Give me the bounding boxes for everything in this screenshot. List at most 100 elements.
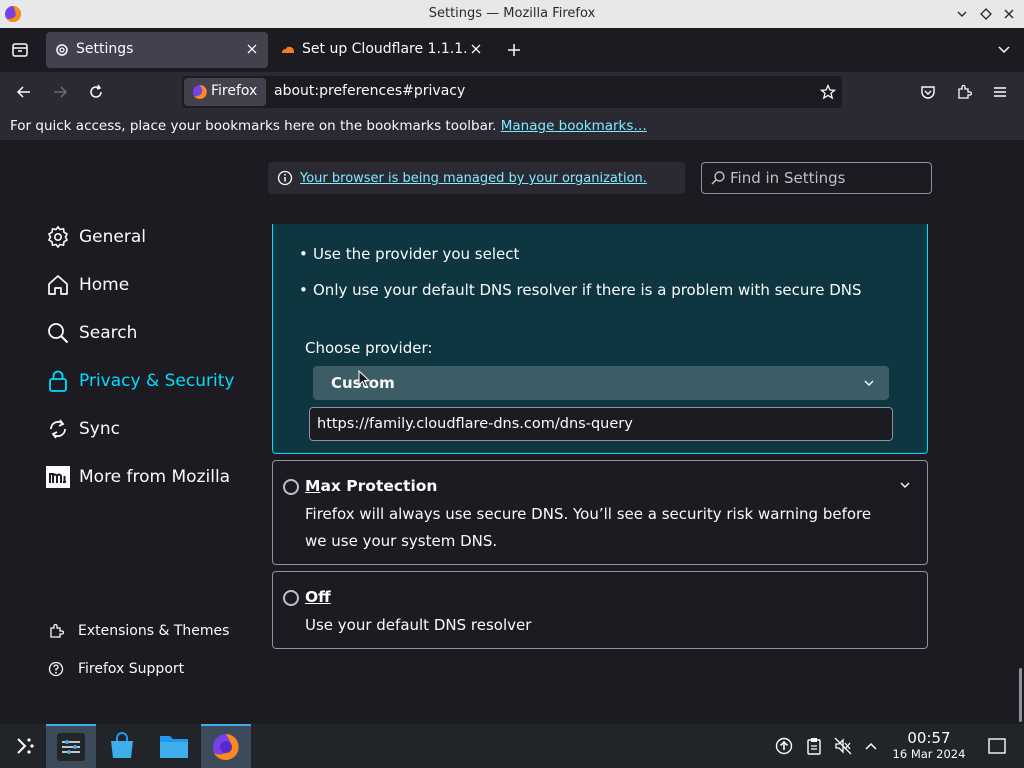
close-icon <box>471 44 481 54</box>
cloudflare-icon <box>282 46 294 53</box>
digital-clock[interactable]: 00:57 16 Mar 2024 <box>888 730 970 762</box>
off-title: Off <box>305 588 331 606</box>
firefox-logo-icon <box>213 734 239 760</box>
pocket-icon <box>921 86 935 99</box>
update-tray-icon[interactable] <box>775 737 793 755</box>
forward-button[interactable] <box>48 80 72 104</box>
store-bag-icon <box>111 732 133 758</box>
info-icon <box>277 170 293 186</box>
footer-link-label: Firefox Support <box>78 661 185 677</box>
update-icon <box>775 737 793 755</box>
taskbar-system-settings[interactable] <box>46 724 96 768</box>
chevron-up-icon <box>865 742 877 750</box>
tab-close-button[interactable] <box>244 41 260 57</box>
volume-muted-icon <box>834 737 852 755</box>
launcher-icon <box>17 738 34 754</box>
tab-settings[interactable]: Settings <box>46 32 268 68</box>
taskbar-firefox[interactable] <box>201 724 251 768</box>
max-protection-title-text: ax Protection <box>320 477 438 495</box>
help-icon <box>48 661 64 677</box>
manage-bookmarks-link[interactable]: Manage bookmarks… <box>501 118 647 134</box>
sidebar-item-more-from-mozilla[interactable]: More from Mozilla <box>46 462 230 492</box>
list-all-tabs-button[interactable] <box>992 38 1016 62</box>
sidebar-item-label: General <box>79 227 146 247</box>
clock-date: 16 Mar 2024 <box>892 747 966 761</box>
extensions-button[interactable] <box>952 80 976 104</box>
custom-dns-url-value: https://family.cloudflare-dns.com/dns-qu… <box>317 416 633 432</box>
arrow-right-icon <box>54 86 68 98</box>
custom-dns-url-input[interactable]: https://family.cloudflare-dns.com/dns-qu… <box>309 407 893 441</box>
extensions-themes-link[interactable]: Extensions & Themes <box>48 621 229 641</box>
find-in-settings-input[interactable]: Find in Settings <box>701 162 932 194</box>
firefox-view-icon <box>12 43 28 57</box>
clock-time: 00:57 <box>907 729 951 747</box>
tab-label: Settings <box>76 41 134 57</box>
show-hidden-tray-button[interactable] <box>862 737 880 755</box>
firefox-support-link[interactable]: Firefox Support <box>48 659 184 679</box>
firefox-view-button[interactable] <box>8 38 32 62</box>
max-protection-radio[interactable] <box>283 479 299 495</box>
arrow-left-icon <box>16 86 30 98</box>
chevron-down-icon[interactable] <box>899 479 911 491</box>
dns-bullet: Use the provider you select <box>299 245 519 263</box>
volume-tray-icon[interactable] <box>834 737 852 755</box>
reload-button[interactable] <box>84 80 108 104</box>
chevron-down-icon <box>864 380 874 386</box>
show-desktop-button[interactable] <box>988 737 1006 755</box>
reload-icon <box>90 84 102 98</box>
folder-icon <box>160 736 188 758</box>
sidebar-item-label: Search <box>79 323 138 343</box>
scrollbar-thumb[interactable] <box>1019 668 1022 722</box>
choose-provider-label: Choose provider: <box>305 339 433 357</box>
footer-link-label: Extensions & Themes <box>78 623 230 639</box>
pocket-button[interactable] <box>916 80 940 104</box>
off-radio[interactable] <box>283 590 299 606</box>
taskbar-file-manager[interactable] <box>149 724 199 768</box>
provider-select[interactable]: Custom <box>313 366 889 400</box>
sidebar-item-home[interactable]: Home <box>46 270 129 300</box>
dns-off-option[interactable]: Off Use your default DNS resolver <box>272 571 928 649</box>
bookmarks-empty-message: For quick access, place your bookmarks h… <box>10 118 647 134</box>
sidebar-item-privacy-security[interactable]: Privacy & Security <box>46 366 234 396</box>
clipboard-icon <box>807 738 821 755</box>
close-icon <box>247 44 257 54</box>
back-button[interactable] <box>12 80 36 104</box>
dns-max-protection-option[interactable]: Max Protection Firefox will always use s… <box>272 460 928 565</box>
mouse-cursor-icon <box>358 370 370 388</box>
access-key: M <box>305 477 321 495</box>
close-window-button[interactable] <box>999 4 1019 24</box>
desktop-icon <box>988 738 1006 754</box>
puzzle-icon <box>958 84 972 99</box>
application-launcher-button[interactable] <box>0 724 50 768</box>
sidebar-item-label: Privacy & Security <box>79 371 235 391</box>
sync-icon <box>50 419 66 439</box>
app-menu-button[interactable] <box>988 80 1012 104</box>
hamburger-menu-icon <box>994 87 1006 97</box>
maximize-button[interactable] <box>976 4 996 24</box>
taskbar-discover[interactable] <box>97 724 147 768</box>
url-bar[interactable]: Firefox about:preferences#privacy <box>182 76 842 108</box>
firefox-logo-icon <box>193 85 207 99</box>
tab-close-button[interactable] <box>468 41 484 57</box>
tab-strip: Settings Set up Cloudflare 1.1.1.1 <box>0 28 1024 72</box>
managed-policy-link[interactable]: Your browser is being managed by your or… <box>300 171 647 186</box>
sidebar-item-search[interactable]: Search <box>46 318 137 348</box>
mozilla-icon <box>46 466 70 488</box>
close-icon <box>1004 9 1014 19</box>
identity-box[interactable]: Firefox <box>184 78 266 106</box>
bookmark-star-icon[interactable] <box>820 84 836 100</box>
search-placeholder: Find in Settings <box>730 169 846 187</box>
url-text[interactable]: about:preferences#privacy <box>274 83 465 99</box>
minimize-button[interactable] <box>952 4 972 24</box>
sidebar-item-sync[interactable]: Sync <box>46 414 120 444</box>
new-tab-button[interactable] <box>502 38 526 62</box>
clipboard-tray-icon[interactable] <box>805 737 823 755</box>
sidebar-item-general[interactable]: General <box>46 222 146 252</box>
plus-icon <box>508 44 520 56</box>
gear-icon <box>47 225 69 249</box>
settings-app-icon <box>57 733 85 761</box>
tab-cloudflare[interactable]: Set up Cloudflare 1.1.1.1 <box>272 32 492 68</box>
max-protection-title: Max Protection <box>305 477 437 495</box>
off-description: Use your default DNS resolver <box>305 616 532 634</box>
diamond-icon <box>980 8 992 20</box>
